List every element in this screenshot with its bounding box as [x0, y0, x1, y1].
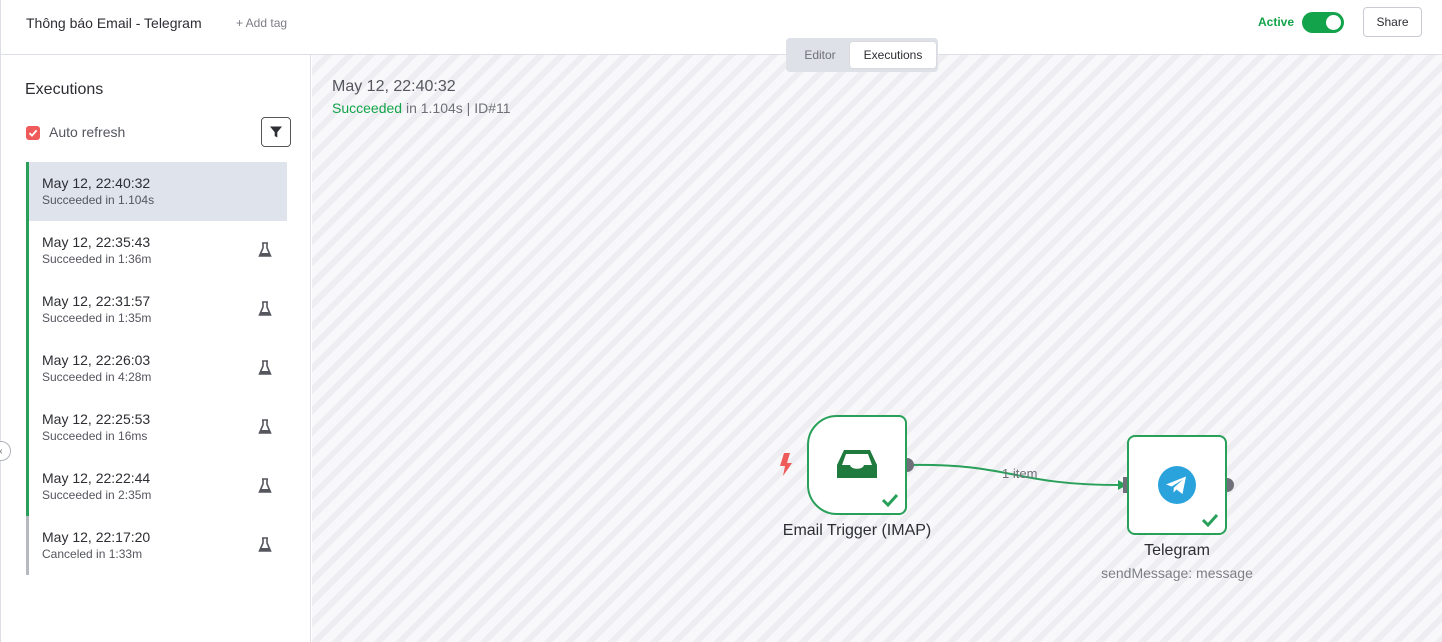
execution-item[interactable]: May 12, 22:35:43 Succeeded in 1:36m: [26, 221, 287, 280]
tab-executions[interactable]: Executions: [850, 42, 936, 68]
execution-item[interactable]: May 12, 22:26:03 Succeeded in 4:28m: [26, 339, 287, 398]
execution-status: Succeeded in 1:36m: [42, 252, 152, 266]
execution-list: May 12, 22:40:32 Succeeded in 1.104s May…: [26, 162, 287, 575]
workflow-canvas[interactable]: May 12, 22:40:32 Succeeded in 1.104s | I…: [312, 55, 1442, 642]
execution-date: May 12, 22:25:53: [42, 411, 151, 427]
execution-date: May 12, 22:17:20: [42, 529, 151, 545]
filter-button[interactable]: [261, 117, 291, 147]
execution-date: May 12, 22:35:43: [42, 234, 151, 250]
execution-status: Succeeded in 1:35m: [42, 311, 152, 325]
executions-sidebar: Executions Auto refresh May 12, 22:40:32…: [1, 55, 311, 642]
execution-status: Succeeded in 4:28m: [42, 370, 152, 384]
flask-icon[interactable]: [258, 360, 272, 376]
execution-item[interactable]: May 12, 22:22:44 Succeeded in 2:35m: [26, 457, 287, 516]
edge-label: 1 item: [1002, 466, 1038, 481]
active-toggle[interactable]: [1302, 12, 1344, 33]
check-icon: [28, 129, 38, 137]
flask-icon[interactable]: [258, 301, 272, 317]
execution-date: May 12, 22:40:32: [42, 175, 151, 191]
execution-item[interactable]: May 12, 22:25:53 Succeeded in 16ms: [26, 398, 287, 457]
execution-item[interactable]: May 12, 22:17:20 Canceled in 1:33m: [26, 516, 287, 575]
bolt-icon: [780, 453, 792, 476]
flask-icon[interactable]: [258, 419, 272, 435]
telegram-label: Telegram: [1144, 542, 1210, 559]
add-tag-link[interactable]: + Add tag: [236, 16, 287, 30]
execution-date: May 12, 22:31:57: [42, 293, 151, 309]
success-check-icon: [881, 493, 899, 507]
execution-status: Succeeded in 16ms: [42, 429, 148, 443]
email-trigger-label: Email Trigger (IMAP): [782, 522, 932, 539]
active-label: Active: [1258, 15, 1295, 29]
execution-item[interactable]: May 12, 22:40:32 Succeeded in 1.104s: [26, 162, 287, 221]
flask-icon[interactable]: [258, 242, 272, 258]
telegram-subtitle: sendMessage: message: [1101, 565, 1253, 581]
view-tabs: Editor Executions: [786, 38, 938, 72]
telegram-icon: [1158, 466, 1196, 504]
execution-status: Succeeded in 2:35m: [42, 488, 152, 502]
toggle-knob: [1326, 15, 1341, 30]
workflow-name[interactable]: Thông báo Email - Telegram: [26, 15, 202, 31]
execution-date: May 12, 22:26:03: [42, 352, 151, 368]
execution-status: Succeeded in 1.104s: [42, 193, 155, 207]
telegram-node[interactable]: [1127, 435, 1227, 535]
email-trigger-node[interactable]: [807, 415, 907, 515]
inbox-icon: [837, 450, 877, 478]
chevron-left-icon: ‹: [0, 446, 3, 457]
flask-icon[interactable]: [258, 537, 272, 553]
execution-status: Canceled in 1:33m: [42, 547, 143, 561]
top-bar: Thông báo Email - Telegram + Add tag Act…: [1, 0, 1442, 55]
filter-icon: [270, 126, 282, 138]
app: Thông báo Email - Telegram + Add tag Act…: [0, 0, 1442, 642]
flask-icon[interactable]: [258, 478, 272, 494]
auto-refresh-checkbox[interactable]: [26, 126, 40, 140]
share-button[interactable]: Share: [1363, 7, 1422, 37]
auto-refresh-label[interactable]: Auto refresh: [49, 124, 125, 140]
execution-date: May 12, 22:22:44: [42, 470, 151, 486]
sidebar-title: Executions: [25, 81, 104, 98]
tab-editor[interactable]: Editor: [790, 42, 850, 68]
success-check-icon: [1201, 513, 1219, 527]
execution-item[interactable]: May 12, 22:31:57 Succeeded in 1:35m: [26, 280, 287, 339]
